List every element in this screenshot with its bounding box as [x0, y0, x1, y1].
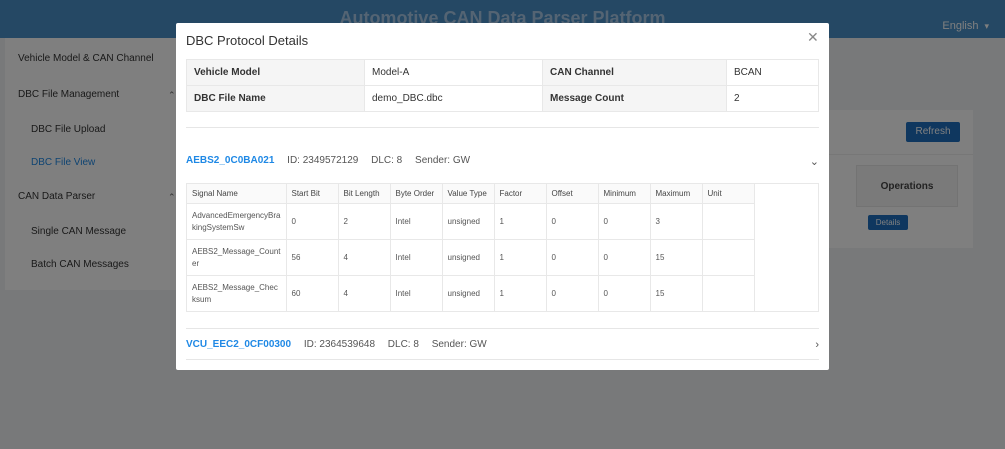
message-header-collapsed[interactable]: VCU_EEC2_0CF00300 ID: 2364539648 DLC: 8 … — [186, 339, 819, 355]
column-header: Byte Order — [389, 183, 443, 204]
vehicle-model-label: Vehicle Model — [186, 59, 365, 86]
message-header-expanded[interactable]: AEBS2_0C0BA021 ID: 2349572129 DLC: 8 Sen… — [186, 155, 819, 171]
message-sender: Sender: GW — [431, 339, 487, 350]
message-count-value: 2 — [726, 85, 819, 112]
column-header: Factor — [493, 183, 547, 204]
maximum: 15 — [649, 239, 703, 276]
column-header: Bit Length — [337, 183, 391, 204]
divider — [186, 328, 819, 329]
chevron-down-icon[interactable]: ⌄ — [810, 155, 819, 168]
can-channel-value: BCAN — [726, 59, 819, 86]
divider — [186, 359, 819, 360]
start-bit: 56 — [285, 239, 339, 276]
dbc-file-value: demo_DBC.dbc — [364, 85, 543, 112]
unit — [701, 275, 755, 312]
signal-table: Signal Name Start Bit Bit Length Byte Or… — [186, 183, 819, 312]
minimum: 0 — [597, 239, 651, 276]
signal-name: AEBS2_Message_Count er — [186, 239, 287, 276]
table-filler — [753, 203, 819, 240]
bit-length: 4 — [337, 275, 391, 312]
signal-table-header: Signal Name Start Bit Bit Length Byte Or… — [186, 183, 819, 204]
offset: 0 — [545, 239, 599, 276]
factor: 1 — [493, 239, 547, 276]
unit — [701, 239, 755, 276]
start-bit: 0 — [285, 203, 339, 240]
start-bit: 60 — [285, 275, 339, 312]
table-row: AdvancedEmergencyBra kingSystemSw 0 2 Int… — [186, 203, 819, 240]
message-dlc: DLC: 8 — [387, 339, 419, 350]
table-filler — [753, 183, 819, 204]
value-type: unsigned — [441, 239, 495, 276]
maximum: 15 — [649, 275, 703, 312]
message-dlc: DLC: 8 — [371, 155, 403, 166]
divider — [186, 127, 819, 128]
dbc-info-table: Vehicle Model Model-A CAN Channel BCAN D… — [186, 59, 819, 112]
bit-length: 2 — [337, 203, 391, 240]
factor: 1 — [493, 203, 547, 240]
value-type: unsigned — [441, 203, 495, 240]
table-row: AEBS2_Message_Count er 56 4 Intel unsigne… — [186, 239, 819, 276]
signal-name: AdvancedEmergencyBra kingSystemSw — [186, 203, 287, 240]
offset: 0 — [545, 203, 599, 240]
table-row: AEBS2_Message_Chec ksum 60 4 Intel unsign… — [186, 275, 819, 312]
column-header: Unit — [701, 183, 755, 204]
byte-order: Intel — [389, 275, 443, 312]
factor: 1 — [493, 275, 547, 312]
message-id: ID: 2349572129 — [287, 155, 359, 166]
message-id: ID: 2364539648 — [303, 339, 376, 350]
signal-name: AEBS2_Message_Chec ksum — [186, 275, 287, 312]
table-filler — [753, 239, 819, 276]
unit — [701, 203, 755, 240]
chevron-right-icon[interactable]: › — [815, 339, 819, 351]
vehicle-model-value: Model-A — [364, 59, 543, 86]
dbc-details-modal: DBC Protocol Details ✕ Vehicle Model Mod… — [176, 23, 829, 370]
column-header: Value Type — [441, 183, 495, 204]
byte-order: Intel — [389, 203, 443, 240]
byte-order: Intel — [389, 239, 443, 276]
message-sender: Sender: GW — [415, 155, 471, 166]
value-type: unsigned — [441, 275, 495, 312]
can-channel-label: CAN Channel — [542, 59, 727, 86]
column-header: Maximum — [649, 183, 703, 204]
maximum: 3 — [649, 203, 703, 240]
column-header: Signal Name — [186, 183, 287, 204]
bit-length: 4 — [337, 239, 391, 276]
offset: 0 — [545, 275, 599, 312]
dbc-file-label: DBC File Name — [186, 85, 365, 112]
column-header: Minimum — [597, 183, 651, 204]
table-filler — [753, 275, 819, 312]
minimum: 0 — [597, 275, 651, 312]
minimum: 0 — [597, 203, 651, 240]
message-count-label: Message Count — [542, 85, 727, 112]
column-header: Start Bit — [285, 183, 339, 204]
close-icon[interactable]: ✕ — [807, 29, 819, 46]
message-name[interactable]: VCU_EEC2_0CF00300 — [186, 339, 291, 350]
message-name[interactable]: AEBS2_0C0BA021 — [186, 155, 274, 166]
modal-title: DBC Protocol Details — [186, 33, 309, 48]
column-header: Offset — [545, 183, 599, 204]
